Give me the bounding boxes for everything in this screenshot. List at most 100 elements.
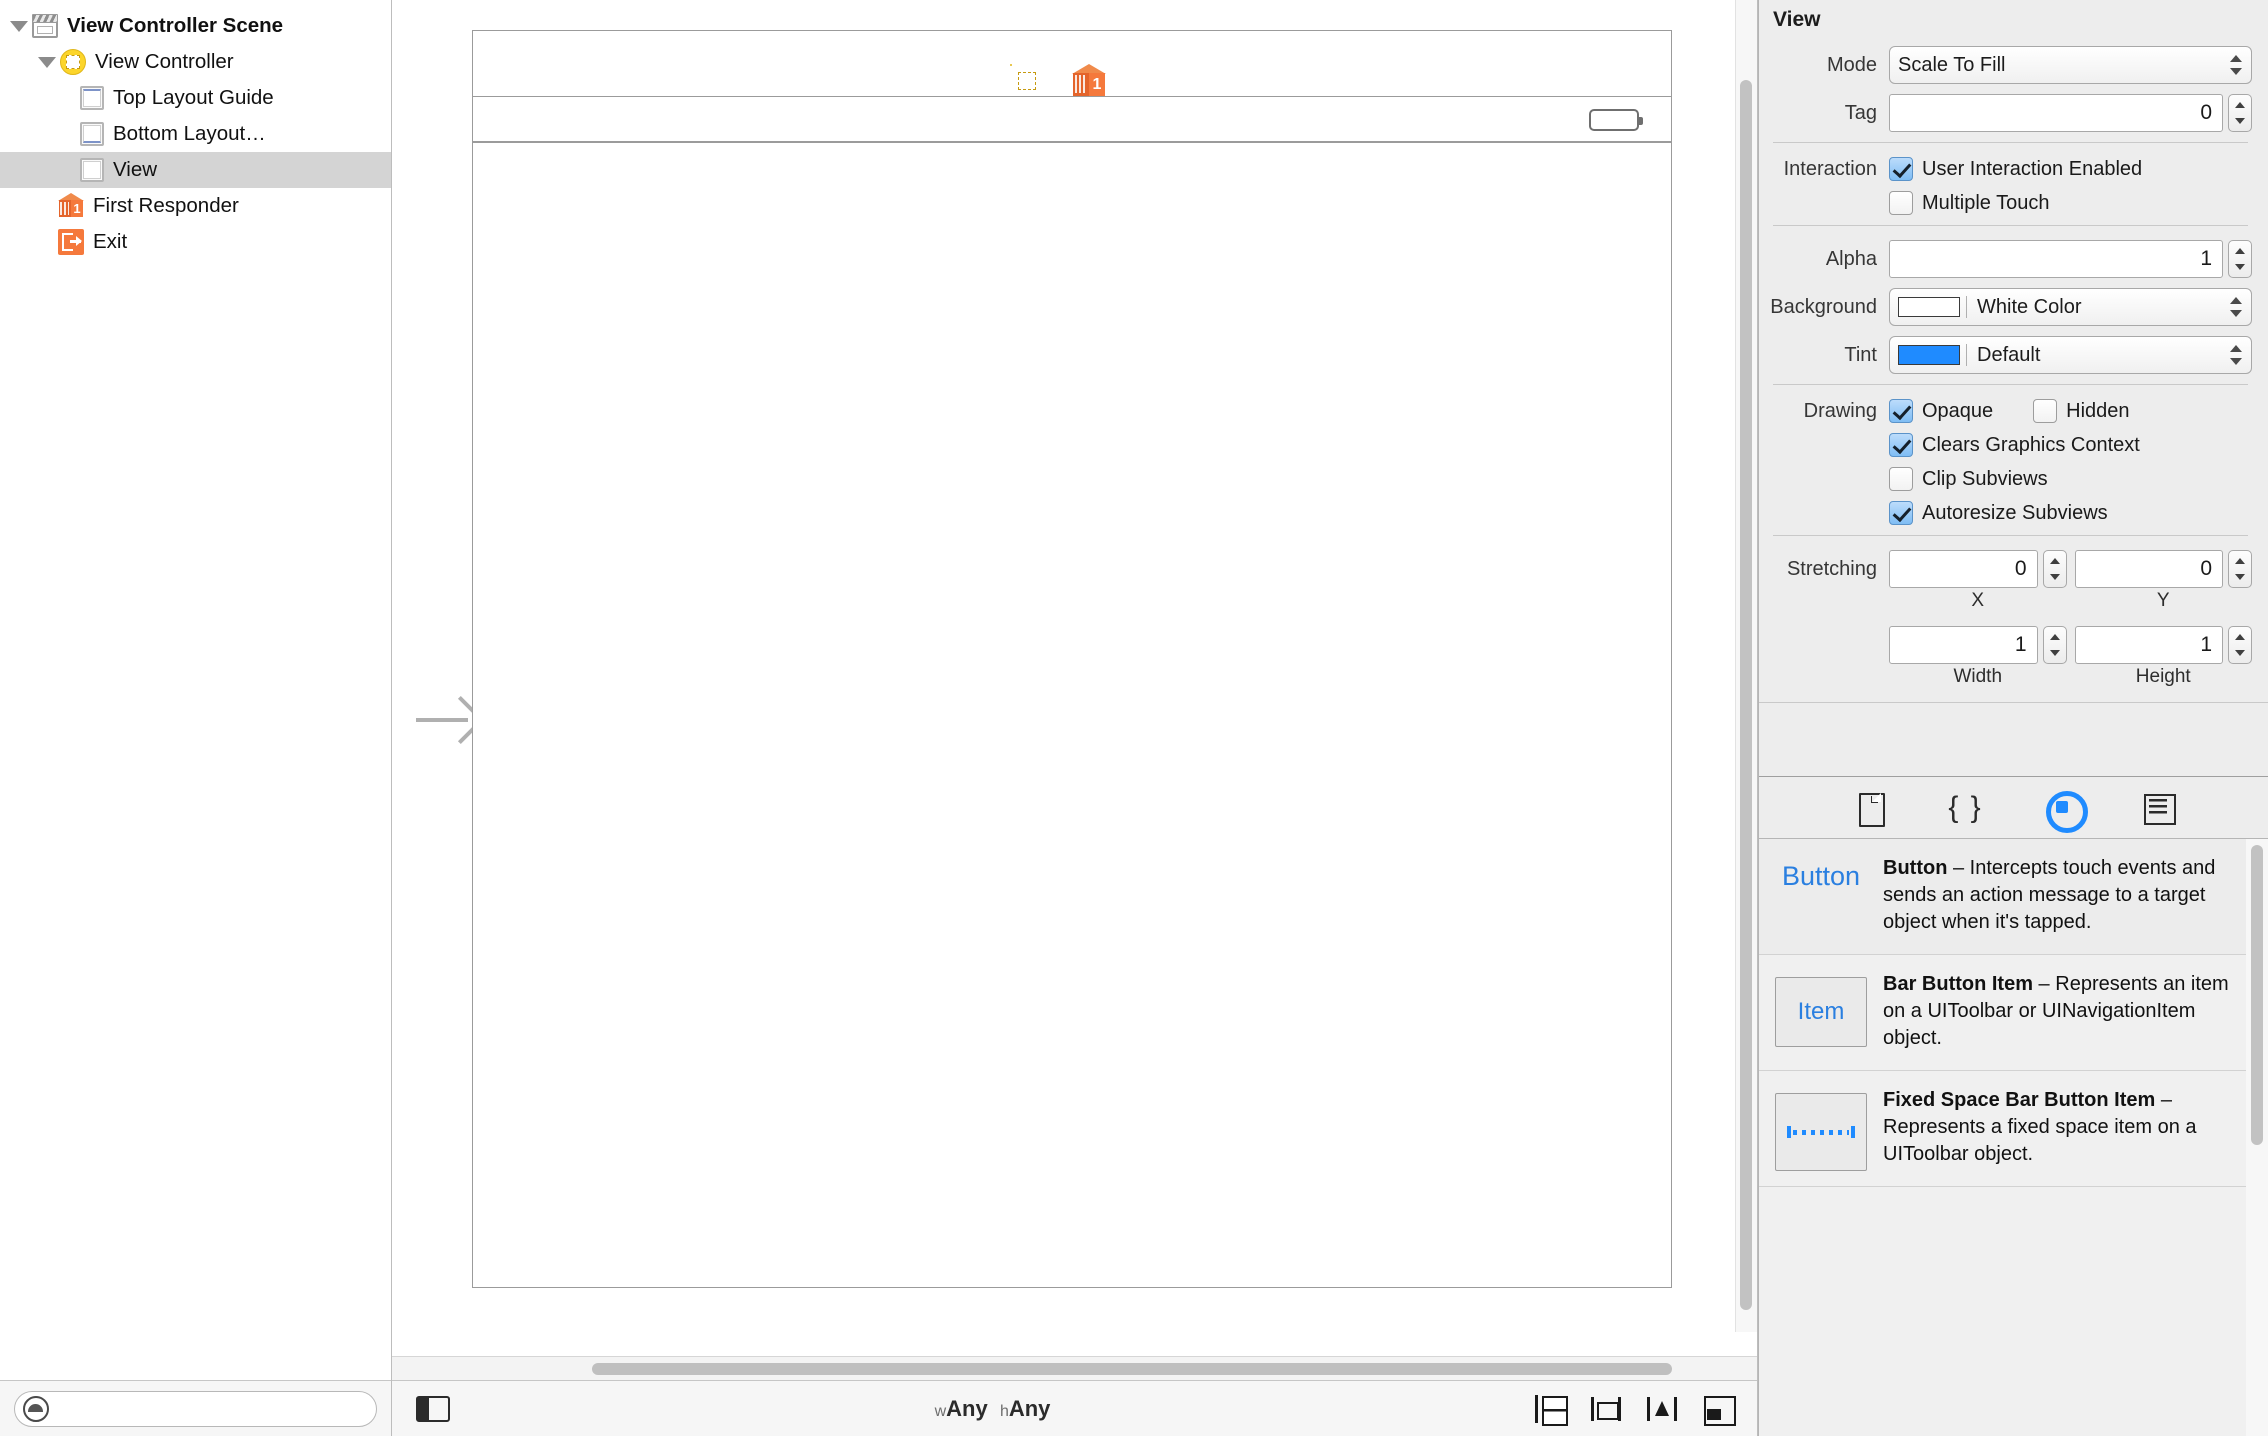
stretching-label: Stretching	[1786, 558, 1877, 580]
outline-row-view[interactable]: View	[0, 152, 391, 188]
code-snippet-library-tab[interactable]: { }	[1947, 791, 1985, 825]
alpha-stepper[interactable]	[2228, 240, 2252, 278]
scrollbar-thumb[interactable]	[592, 1363, 1672, 1375]
view-controller-scene[interactable]: 1	[416, 30, 1672, 1290]
size-class-w-prefix: w	[934, 1402, 947, 1420]
pin-button[interactable]	[1647, 1395, 1677, 1423]
outline-row-first-responder[interactable]: 1 First Responder	[0, 188, 391, 224]
tint-value: Default	[1977, 343, 2041, 366]
hidden-checkbox[interactable]	[2033, 399, 2058, 423]
stretching-width-stepper[interactable]	[2042, 626, 2067, 664]
mode-select[interactable]: Scale To Fill	[1889, 46, 2252, 84]
storyboard-canvas[interactable]: 1	[392, 0, 1757, 1356]
top-layout-guide-icon	[80, 86, 104, 110]
device-canvas[interactable]	[472, 96, 1672, 1288]
library-item-button[interactable]: Button Button – Intercepts touch events …	[1759, 839, 2268, 955]
tag-input[interactable]: 0	[1889, 94, 2223, 132]
file-template-library-tab[interactable]	[1851, 791, 1889, 827]
multiple-touch-checkbox[interactable]	[1889, 191, 1913, 215]
stretching-height-input[interactable]: 1	[2074, 626, 2223, 664]
stretching-y-input[interactable]: 0	[2074, 550, 2223, 588]
outline-filter-bar	[0, 1380, 391, 1436]
alpha-input[interactable]: 1	[1889, 240, 2223, 278]
stretching-width-input[interactable]: 1	[1889, 626, 2038, 664]
exit-icon	[58, 229, 84, 255]
outline-filter-field[interactable]	[14, 1390, 377, 1427]
attributes-inspector-pane: View Mode Scale To Fill Tag 0 Interactio…	[1758, 0, 2268, 1436]
stretching-x-sublabel: X	[1971, 590, 1985, 611]
stretching-group: Stretching 0 X 0 Y 1 Width 1 Height	[1759, 550, 2268, 698]
document-outline-tree[interactable]: View Controller Scene View Controller To…	[0, 0, 391, 1380]
autoresize-subviews-checkbox[interactable]	[1889, 501, 1913, 525]
library-item-bar-button-item[interactable]: Item Bar Button Item – Represents an ite…	[1759, 955, 2268, 1071]
stretching-height-stepper[interactable]	[2228, 626, 2252, 664]
tint-color-select[interactable]: Default	[1889, 336, 2252, 374]
library-item-title: Fixed Space Bar Button Item	[1883, 1089, 2156, 1111]
canvas-vertical-scrollbar[interactable]	[1735, 0, 1757, 1332]
disclosure-triangle-icon[interactable]	[6, 8, 32, 44]
scrollbar-thumb[interactable]	[1740, 80, 1752, 1310]
xcode-interface-builder-window: View Controller Scene View Controller To…	[0, 0, 2268, 1436]
tag-stepper[interactable]	[2228, 94, 2252, 132]
clears-graphics-context-label: Clears Graphics Context	[1922, 433, 2140, 456]
tint-color-swatch	[1898, 345, 1960, 365]
tag-row: Tag 0	[1759, 94, 2268, 132]
canvas-pane: 1 wAny hAny	[392, 0, 1758, 1436]
library-item-description: Fixed Space Bar Button Item – Represents…	[1883, 1087, 2238, 1167]
align-button[interactable]	[1591, 1395, 1621, 1423]
scrollbar-thumb[interactable]	[2251, 845, 2263, 1145]
alpha-label: Alpha	[1825, 247, 1877, 270]
media-library-tab[interactable]	[2139, 791, 2177, 825]
mode-row: Mode Scale To Fill	[1759, 46, 2268, 84]
outline-row-view-controller-scene[interactable]: View Controller Scene	[0, 8, 391, 44]
disclosure-triangle-icon[interactable]	[34, 44, 60, 80]
library-item-description: Button – Intercepts touch events and sen…	[1883, 855, 2238, 935]
background-row: Background White Color	[1759, 288, 2268, 326]
library-vertical-scrollbar[interactable]	[2246, 839, 2268, 1436]
clip-subviews-row: Clip Subviews	[1759, 467, 2268, 491]
user-interaction-enabled-checkbox[interactable]	[1889, 157, 1913, 181]
divider	[1966, 296, 1967, 318]
outline-row-bottom-layout-guide[interactable]: Bottom Layout…	[0, 116, 391, 152]
background-color-select[interactable]: White Color	[1889, 288, 2252, 326]
divider	[1773, 535, 2248, 536]
inspector-content: View Mode Scale To Fill Tag 0 Interactio…	[1759, 0, 2268, 702]
outline-row-top-layout-guide[interactable]: Top Layout Guide	[0, 80, 391, 116]
background-color-swatch	[1898, 297, 1960, 317]
view-controller-icon	[60, 49, 86, 75]
chevron-updown-icon	[2230, 344, 2242, 366]
first-responder-icon: 1	[58, 193, 84, 219]
size-class-h-value: Any	[1008, 1395, 1051, 1421]
stretching-height-sublabel: Height	[2135, 666, 2191, 687]
size-class-indicator[interactable]: wAny hAny	[450, 1396, 1535, 1422]
resolve-issues-button[interactable]	[1703, 1395, 1736, 1426]
outline-row-label: Exit	[93, 230, 128, 253]
scene-icon	[32, 14, 58, 38]
outline-row-label: Bottom Layout…	[113, 122, 266, 145]
outline-row-exit[interactable]: Exit	[0, 224, 391, 260]
stretching-y-stepper[interactable]	[2228, 550, 2252, 588]
fixed-space-thumbnail-icon	[1775, 1093, 1867, 1171]
object-library-tab[interactable]	[2043, 790, 2088, 833]
view-icon	[80, 158, 104, 182]
opaque-checkbox[interactable]	[1889, 399, 1913, 423]
library-item-fixed-space-bar-button-item[interactable]: Fixed Space Bar Button Item – Represents…	[1759, 1071, 2268, 1187]
alpha-row: Alpha 1	[1759, 240, 2268, 278]
outline-row-view-controller[interactable]: View Controller	[0, 44, 391, 80]
clears-graphics-context-checkbox[interactable]	[1889, 433, 1913, 457]
divider	[1773, 384, 2248, 385]
scene-dock[interactable]: 1	[472, 30, 1672, 96]
autolayout-buttons	[1535, 1394, 1736, 1426]
document-outline-toggle-button[interactable]	[416, 1395, 450, 1422]
mode-label: Mode	[1826, 53, 1877, 76]
library-item-title: Button	[1883, 857, 1948, 879]
library-item-list[interactable]: Button Button – Intercepts touch events …	[1759, 839, 2268, 1436]
stretching-x-input[interactable]: 0	[1889, 550, 2038, 588]
chevron-updown-icon	[2230, 54, 2242, 76]
library-item-title: Bar Button Item	[1883, 973, 2033, 995]
stack-button[interactable]	[1535, 1394, 1568, 1426]
clip-subviews-checkbox[interactable]	[1889, 467, 1913, 491]
size-class-h-prefix: h	[999, 1402, 1009, 1420]
stretching-x-stepper[interactable]	[2042, 550, 2067, 588]
canvas-horizontal-scrollbar[interactable]	[392, 1356, 1757, 1380]
